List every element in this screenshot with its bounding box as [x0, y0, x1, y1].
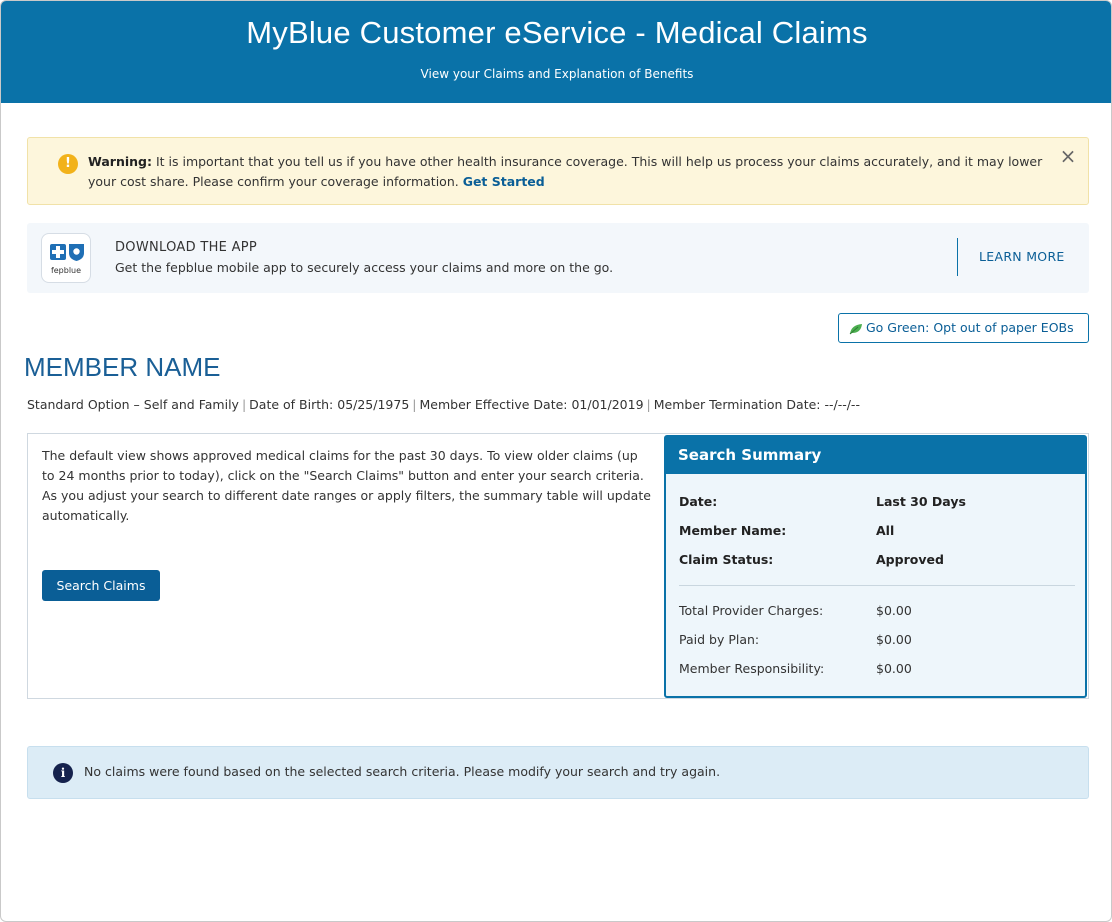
summary-value: $0.00 [876, 632, 912, 647]
app-banner-title: DOWNLOAD THE APP [115, 240, 258, 255]
member-dob: Date of Birth: 05/25/1975 [249, 397, 410, 412]
separator: | [412, 397, 417, 412]
warning-message: Warning: It is important that you tell u… [88, 152, 1048, 192]
summary-label: Claim Status: [679, 552, 774, 567]
member-plan: Standard Option – Self and Family [27, 397, 239, 412]
page-header: MyBlue Customer eService - Medical Claim… [1, 1, 1111, 103]
leaf-icon [849, 323, 862, 334]
member-name: MEMBER NAME [24, 352, 221, 382]
summary-value: $0.00 [876, 603, 912, 618]
learn-more-link[interactable]: LEARN MORE [979, 249, 1065, 264]
get-started-link[interactable]: Get Started [463, 174, 545, 189]
warning-icon: ! [58, 154, 78, 174]
go-green-label: Go Green: Opt out of paper EOBs [866, 320, 1074, 335]
claims-intro-text: The default view shows approved medical … [42, 448, 651, 523]
logo-wordmark: fepblue [50, 266, 82, 275]
fepblue-logo-icon: fepblue [41, 233, 91, 283]
info-icon: i [53, 763, 73, 783]
summary-label: Paid by Plan: [679, 632, 760, 647]
member-info: Standard Option – Self and Family | Date o… [27, 397, 860, 412]
go-green-button[interactable]: Go Green: Opt out of paper EOBs [838, 313, 1089, 343]
page-title: MyBlue Customer eService - Medical Claim… [246, 15, 868, 50]
search-summary-title: Search Summary [666, 437, 1085, 474]
summary-value: All [876, 523, 895, 538]
search-summary: Search Summary Date: Last 30 Days Member… [664, 435, 1087, 698]
warning-banner: ! Warning: It is important that you tell… [27, 137, 1089, 205]
search-claims-button[interactable]: Search Claims [42, 570, 160, 601]
member-effective-date: Member Effective Date: 01/01/2019 [419, 397, 644, 412]
summary-value: $0.00 [876, 661, 912, 676]
no-claims-alert: i No claims were found based on the sele… [27, 746, 1089, 799]
summary-divider [679, 585, 1075, 586]
summary-label: Date: [679, 494, 718, 509]
member-termination-date: Member Termination Date: --/--/-- [653, 397, 860, 412]
app-banner-description: Get the fepblue mobile app to securely a… [115, 260, 614, 275]
separator: | [646, 397, 651, 412]
warning-label: Warning: [88, 154, 152, 169]
app-banner-divider [957, 238, 958, 276]
summary-label: Member Responsibility: [679, 661, 825, 676]
summary-value: Approved [876, 552, 944, 567]
no-claims-message: No claims were found based on the select… [84, 764, 721, 779]
summary-label: Member Name: [679, 523, 787, 538]
separator: | [241, 397, 247, 412]
page-subtitle: View your Claims and Explanation of Bene… [420, 67, 694, 81]
warning-body: It is important that you tell us if you … [88, 154, 1043, 189]
download-app-banner: fepblue DOWNLOAD THE APP Get the fepblue… [27, 223, 1089, 293]
cross-shield-icon [50, 244, 84, 261]
summary-value: Last 30 Days [876, 494, 966, 509]
summary-label: Total Provider Charges: [679, 603, 824, 618]
close-icon[interactable]: × [1058, 146, 1078, 166]
page-frame: MyBlue Customer eService - Medical Claim… [0, 0, 1112, 922]
